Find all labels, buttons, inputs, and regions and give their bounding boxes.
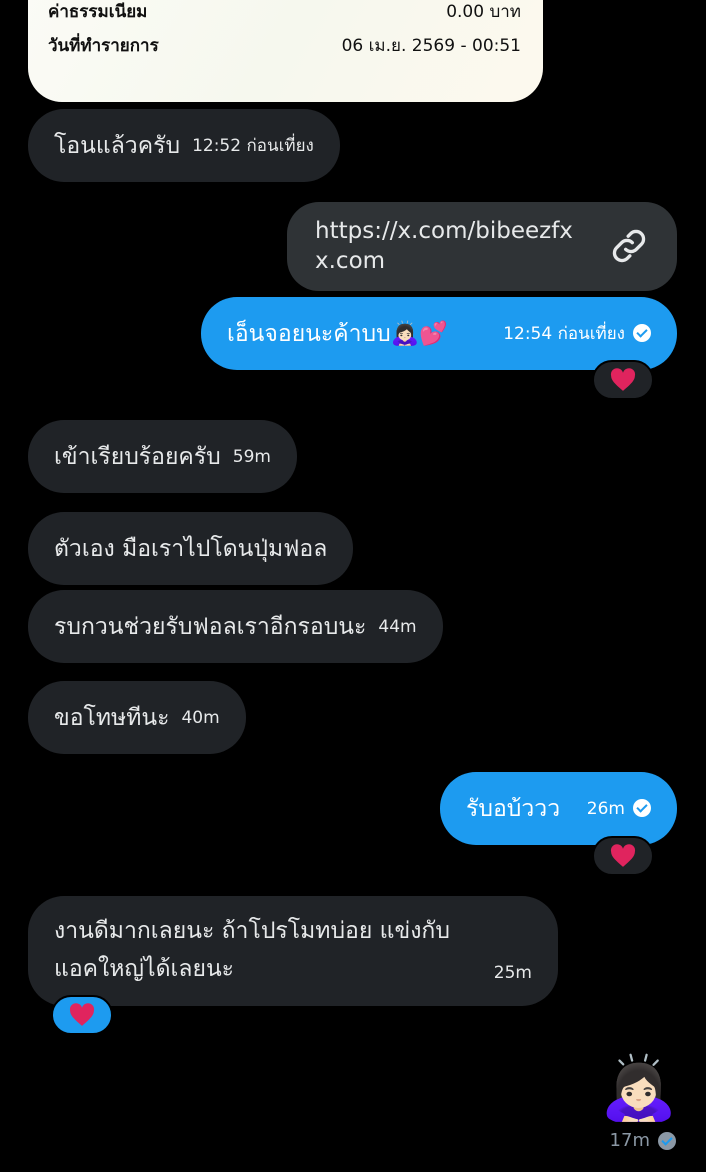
- message-text: ขอโทษทีนะ: [54, 704, 170, 731]
- message-bubble-outgoing[interactable]: เอ็นจอยนะค้าบบ🙇🏻‍♀️💕 12:54 ก่อนเที่ยง: [201, 297, 677, 370]
- message-time: 12:52 ก่อนเที่ยง: [192, 135, 314, 156]
- seen-check-icon: [658, 1131, 676, 1150]
- message-bubble-outgoing[interactable]: รับอบ้ววว 26m: [440, 772, 677, 845]
- message-time: 44m: [378, 616, 417, 637]
- emoji-message[interactable]: 🙇🏻‍♀️: [600, 1052, 677, 1124]
- message-time: 26m: [586, 798, 625, 819]
- message-text: โอนแล้วครับ: [54, 132, 181, 159]
- message-time: 59m: [232, 446, 271, 467]
- heart-reaction-own[interactable]: [51, 995, 113, 1035]
- receipt-fee-value: 0.00 บาท: [446, 2, 521, 22]
- message-time-with-check: 26m: [587, 794, 651, 824]
- message-text: เข้าเรียบร้อยครับ: [54, 443, 221, 470]
- message-text: ตัวเอง มือเราไปโดนปุ่มฟอล: [54, 535, 328, 562]
- seen-check-icon: [633, 323, 651, 342]
- receipt-date-row: วันที่ทำรายการ 06 เม.ย. 2569 - 00:51: [48, 32, 521, 59]
- message-bubble-incoming[interactable]: รบกวนช่วยรับฟอลเราอีกรอบนะ 44m: [28, 590, 443, 663]
- message-text: รบกวนช่วยรับฟอลเราอีกรอบนะ: [54, 613, 367, 640]
- heart-icon: [610, 844, 636, 867]
- message-time-with-check: 12:54 ก่อนเที่ยง: [503, 319, 651, 349]
- message-text-line-2: แอคใหญ่ได้เลยนะ: [54, 956, 235, 982]
- message-time: 17m: [609, 1130, 650, 1151]
- receipt-date-value: 06 เม.ย. 2569 - 00:51: [341, 36, 521, 56]
- message-bubble-incoming[interactable]: งานดีมากเลยนะ ถ้าโปรโมทบ่อย แข่งกับ แอคใ…: [28, 896, 558, 1006]
- receipt-fee-row: ค่าธรรมเนียม 0.00 บาท: [48, 0, 521, 25]
- receipt-fee-label: ค่าธรรมเนียม: [48, 2, 148, 22]
- message-text: เอ็นจอยนะค้าบบ🙇🏻‍♀️💕: [227, 320, 449, 347]
- message-time: 12:54 ก่อนเที่ยง: [503, 323, 625, 344]
- message-bubble-incoming[interactable]: ตัวเอง มือเราไปโดนปุ่มฟอล: [28, 512, 354, 585]
- heart-reaction[interactable]: [592, 836, 654, 876]
- message-text: รับอบ้ววว: [466, 795, 561, 822]
- seen-check-icon: [633, 798, 651, 817]
- message-bubble-incoming[interactable]: ขอโทษทีนะ 40m: [28, 681, 246, 754]
- heart-reaction[interactable]: [592, 360, 654, 400]
- emoji-message-meta: 17m: [610, 1130, 676, 1151]
- heart-icon: [69, 1003, 95, 1026]
- message-time: 25m: [493, 963, 532, 983]
- transfer-receipt-image[interactable]: ค่าธรรมเนียม 0.00 บาท วันที่ทำรายการ 06 …: [28, 0, 543, 102]
- message-text-line-1: งานดีมากเลยนะ ถ้าโปรโมทบ่อย แข่งกับ: [54, 918, 450, 944]
- message-bubble-incoming[interactable]: โอนแล้วครับ 12:52 ก่อนเที่ยง: [28, 109, 340, 182]
- heart-icon: [610, 368, 636, 391]
- message-bubble-incoming[interactable]: เข้าเรียบร้อยครับ 59m: [28, 420, 297, 493]
- receipt-date-label: วันที่ทำรายการ: [48, 36, 159, 56]
- link-icon[interactable]: [609, 226, 649, 266]
- link-preview-card[interactable]: https://x.com/bibeezfx x.com: [287, 202, 677, 291]
- message-time: 40m: [181, 707, 220, 728]
